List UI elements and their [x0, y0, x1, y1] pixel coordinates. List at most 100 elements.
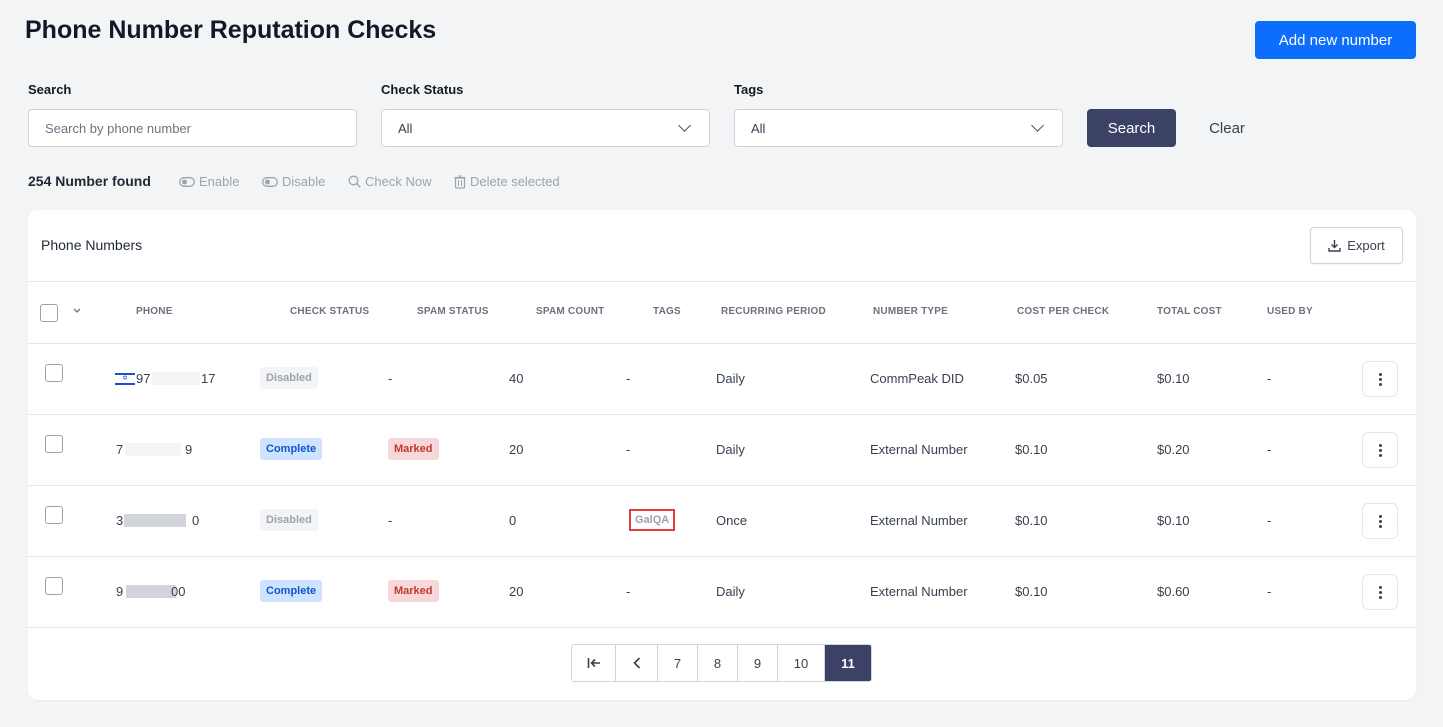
spam-badge: Marked: [388, 580, 439, 602]
divider: [28, 414, 1416, 415]
tags-select[interactable]: All: [734, 109, 1063, 147]
column-header: SPAM STATUS: [417, 306, 489, 317]
column-header: TOTAL COST: [1157, 306, 1222, 317]
divider: [28, 281, 1416, 282]
spam-status: -: [388, 371, 393, 386]
row-menu-button[interactable]: [1362, 574, 1398, 610]
search-input[interactable]: [28, 109, 357, 147]
divider: [28, 627, 1416, 628]
cost-per-check: $0.10: [1015, 513, 1048, 528]
status-badge: Disabled: [260, 367, 318, 389]
column-header: NUMBER TYPE: [873, 306, 948, 317]
number-type: External Number: [870, 584, 968, 599]
phone-end: 17: [201, 371, 216, 386]
check-now-label: Check Now: [365, 174, 432, 189]
phone-start: 3: [116, 513, 124, 528]
search-button[interactable]: Search: [1087, 109, 1176, 147]
column-header: COST PER CHECK: [1017, 306, 1110, 317]
check-now-action[interactable]: Check Now: [348, 174, 431, 189]
cost-per-check: $0.05: [1015, 371, 1048, 386]
enable-action[interactable]: Enable: [179, 174, 239, 189]
select-all-checkbox[interactable]: [40, 304, 58, 322]
tags: -: [626, 371, 631, 386]
column-header: CHECK STATUS: [290, 306, 370, 317]
divider: [28, 556, 1416, 557]
spam-count: 20: [509, 442, 524, 457]
search-icon: [348, 175, 361, 188]
spam-status: -: [388, 513, 393, 528]
phone-end: 00: [171, 584, 186, 599]
spam-badge: Marked: [388, 438, 439, 460]
row-menu-button[interactable]: [1362, 503, 1398, 539]
phone-numbers-card: Phone Numbers Export PHONE CHECK STATUS …: [28, 210, 1416, 700]
export-button[interactable]: Export: [1310, 227, 1403, 264]
column-header: USED BY: [1267, 306, 1313, 317]
divider: [28, 343, 1416, 344]
status-badge: Disabled: [260, 509, 318, 531]
recurring-period: Once: [716, 513, 748, 528]
used-by: -: [1267, 584, 1272, 599]
phone-start: 97: [136, 371, 151, 386]
recurring-period: Daily: [716, 442, 745, 457]
toggle-icon: [179, 176, 195, 187]
spam-count: 20: [509, 584, 524, 599]
phone-start: 7: [116, 442, 124, 457]
tags-label: Tags: [734, 82, 764, 97]
total-cost: $0.10: [1157, 513, 1190, 528]
prev-page-button[interactable]: [616, 645, 658, 681]
check-status-select[interactable]: All: [381, 109, 710, 147]
page-button[interactable]: 8: [698, 645, 738, 681]
redacted-phone: [126, 585, 176, 598]
column-header: RECURRING PERIOD: [721, 306, 826, 317]
number-type: CommPeak DID: [870, 371, 964, 386]
tags: -: [626, 442, 631, 457]
export-label: Export: [1347, 238, 1385, 253]
israel-flag-icon: ✡: [115, 372, 135, 386]
total-cost: $0.20: [1157, 442, 1190, 457]
total-cost: $0.10: [1157, 371, 1190, 386]
recurring-period: Daily: [716, 371, 745, 386]
delete-selected-action[interactable]: Delete selected: [454, 174, 560, 189]
cost-per-check: $0.10: [1015, 584, 1048, 599]
row-menu-button[interactable]: [1362, 361, 1398, 397]
first-page-button[interactable]: [572, 645, 616, 681]
phone-end: 9: [185, 442, 193, 457]
row-checkbox[interactable]: [45, 577, 63, 595]
status-badge: Complete: [260, 438, 323, 460]
tags: -: [626, 584, 631, 599]
used-by: -: [1267, 513, 1272, 528]
results-count: 254 Number found: [28, 173, 151, 189]
pagination: 7 8 9 10 11: [571, 644, 872, 682]
row-checkbox[interactable]: [45, 364, 63, 382]
disable-action[interactable]: Disable: [262, 174, 325, 189]
number-type: External Number: [870, 513, 968, 528]
search-label: Search: [28, 82, 72, 97]
clear-button[interactable]: Clear: [1196, 109, 1258, 147]
page-button[interactable]: 9: [738, 645, 778, 681]
total-cost: $0.60: [1157, 584, 1190, 599]
tags-value: All: [751, 120, 766, 136]
page-button[interactable]: 10: [778, 645, 825, 681]
phone-end: 0: [192, 513, 200, 528]
delete-selected-label: Delete selected: [470, 174, 560, 189]
check-status-label: Check Status: [381, 82, 464, 97]
spam-count: 40: [509, 371, 524, 386]
check-status-value: All: [398, 120, 413, 136]
row-menu-button[interactable]: [1362, 432, 1398, 468]
disable-label: Disable: [282, 174, 326, 189]
chevron-left-icon: [632, 657, 640, 669]
column-header: SPAM COUNT: [536, 306, 605, 317]
trash-icon: [454, 174, 466, 189]
row-checkbox[interactable]: [45, 506, 63, 524]
page-button[interactable]: 7: [658, 645, 698, 681]
used-by: -: [1267, 371, 1272, 386]
add-new-number-button[interactable]: Add new number: [1255, 21, 1416, 59]
current-page-button[interactable]: 11: [825, 645, 871, 681]
enable-label: Enable: [199, 174, 240, 189]
chevron-down-icon[interactable]: [73, 308, 81, 314]
row-checkbox[interactable]: [45, 435, 63, 453]
divider: [28, 485, 1416, 486]
first-page-icon: [587, 658, 600, 668]
tag-chip[interactable]: GalQA: [629, 509, 676, 531]
page-title: Phone Number Reputation Checks: [25, 16, 437, 44]
